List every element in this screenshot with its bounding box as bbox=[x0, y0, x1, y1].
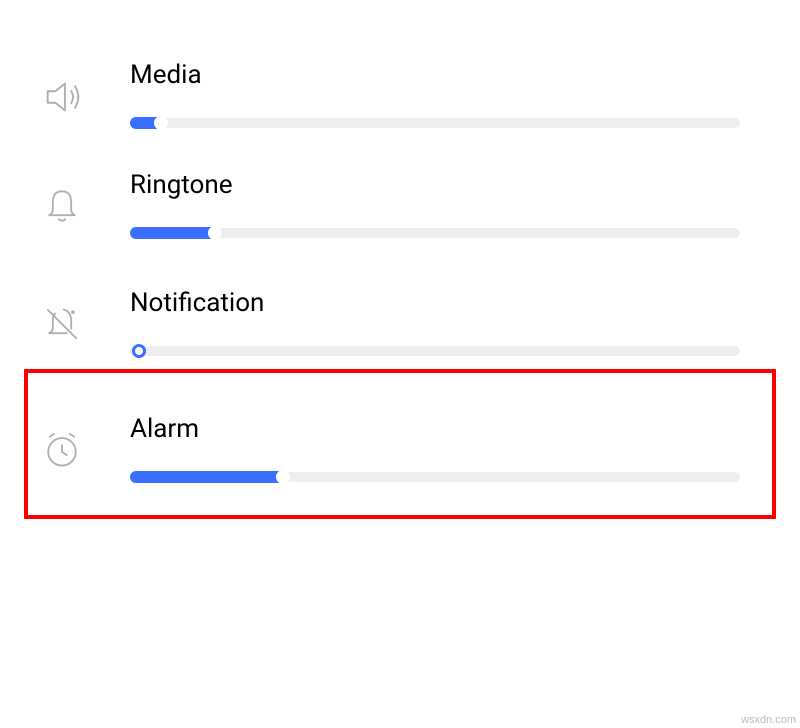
media-slider[interactable] bbox=[130, 116, 740, 130]
content-media: Media bbox=[130, 60, 760, 130]
icon-container bbox=[40, 170, 130, 228]
ringtone-slider[interactable] bbox=[130, 226, 740, 240]
alarm-label: Alarm bbox=[130, 414, 740, 444]
slider-track bbox=[130, 118, 740, 128]
notification-label: Notification bbox=[130, 288, 740, 318]
slider-thumb[interactable] bbox=[154, 116, 168, 130]
watermark: wsxdn.com bbox=[741, 714, 796, 726]
slider-thumb[interactable] bbox=[208, 226, 222, 240]
icon-container bbox=[40, 288, 130, 346]
bell-icon bbox=[40, 184, 84, 228]
clock-icon bbox=[40, 428, 84, 472]
content-ringtone: Ringtone bbox=[130, 170, 760, 240]
slider-thumb[interactable] bbox=[276, 470, 290, 484]
notification-slider[interactable] bbox=[130, 344, 740, 358]
speaker-icon bbox=[40, 74, 86, 120]
media-label: Media bbox=[130, 60, 740, 90]
volume-row-notification: Notification bbox=[0, 260, 800, 394]
slider-fill bbox=[130, 471, 289, 483]
volume-row-media: Media bbox=[0, 40, 800, 150]
content-alarm: Alarm bbox=[130, 414, 760, 484]
bell-muted-icon bbox=[40, 302, 84, 346]
volume-row-alarm: Alarm bbox=[0, 394, 800, 504]
volume-row-ringtone: Ringtone bbox=[0, 150, 800, 260]
icon-container bbox=[40, 60, 130, 120]
ringtone-label: Ringtone bbox=[130, 170, 740, 200]
slider-thumb[interactable] bbox=[132, 344, 146, 358]
slider-track bbox=[130, 346, 740, 356]
content-notification: Notification bbox=[130, 288, 760, 358]
icon-container bbox=[40, 414, 130, 472]
alarm-slider[interactable] bbox=[130, 470, 740, 484]
